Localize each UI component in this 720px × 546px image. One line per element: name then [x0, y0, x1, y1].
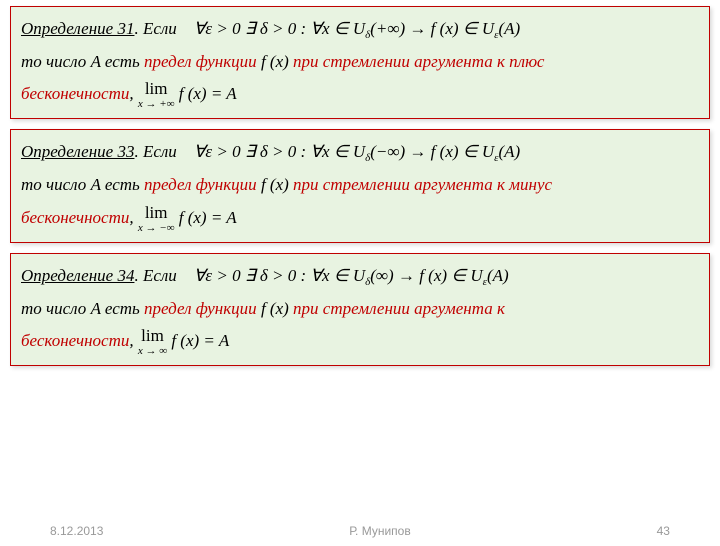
def-row-3: бесконечности, lim x → ∞ f (x) = A — [21, 325, 699, 357]
cond-a: ∀ε > 0 ∃ δ > 0 : ∀x ∈ U — [194, 266, 365, 285]
lim-word: lim — [138, 204, 175, 221]
row2-red2: при стремлении аргумента к — [293, 299, 505, 318]
row3-comma: , — [129, 331, 138, 350]
row2-fx: f (x) — [257, 52, 293, 71]
row2-A: A — [91, 175, 101, 194]
cond-c: (A) — [498, 19, 520, 38]
def-row-1: Определение 34. Если ∀ε > 0 ∃ δ > 0 : ∀x… — [21, 260, 699, 293]
row2-a: то число — [21, 52, 91, 71]
def-condition: ∀ε > 0 ∃ δ > 0 : ∀x ∈ Uδ(−∞) → f (x) ∈ U… — [194, 142, 520, 161]
cond-a: ∀ε > 0 ∃ δ > 0 : ∀x ∈ U — [194, 142, 365, 161]
lim-sub: x → ∞ — [138, 346, 167, 357]
slide-footer: 8.12.2013 Р. Мунипов 43 — [0, 524, 720, 538]
row2-A: A — [91, 299, 101, 318]
row2-a: то число — [21, 299, 91, 318]
row2-red: предел функции — [144, 299, 257, 318]
cond-c: (A) — [498, 142, 520, 161]
def-esli: . Если — [134, 19, 176, 38]
lim-rhs: f (x) = A — [171, 331, 229, 350]
footer-page: 43 — [657, 524, 670, 538]
lim-rhs: f (x) = A — [179, 84, 237, 103]
row2-red2: при стремлении аргумента к плюс — [293, 52, 544, 71]
def-row-1: Определение 33. Если ∀ε > 0 ∃ δ > 0 : ∀x… — [21, 136, 699, 169]
footer-author: Р. Мунипов — [349, 524, 410, 538]
cond-b: (+∞) → f (x) ∈ U — [370, 19, 494, 38]
row2-fx: f (x) — [257, 175, 293, 194]
def-condition: ∀ε > 0 ∃ δ > 0 : ∀x ∈ Uδ(+∞) → f (x) ∈ U… — [194, 19, 520, 38]
row3-comma: , — [129, 208, 138, 227]
def-title: Определение 34 — [21, 266, 134, 285]
row2-fx: f (x) — [257, 299, 293, 318]
lim-word: lim — [138, 327, 167, 344]
def-row-3: бесконечности, lim x → +∞ f (x) = A — [21, 78, 699, 110]
def-esli: . Если — [134, 142, 176, 161]
row3-red: бесконечности — [21, 208, 129, 227]
row2-red: предел функции — [144, 52, 257, 71]
def-row-1: Определение 31. Если ∀ε > 0 ∃ δ > 0 : ∀x… — [21, 13, 699, 46]
def-row-2: то число A есть предел функции f (x) при… — [21, 293, 699, 325]
row3-comma: , — [129, 84, 138, 103]
def-esli: . Если — [134, 266, 176, 285]
limit-expr: lim x → +∞ — [138, 80, 175, 110]
def-row-2: то число A есть предел функции f (x) при… — [21, 46, 699, 78]
row2-a: то число — [21, 175, 91, 194]
row2-A: A — [91, 52, 101, 71]
lim-rhs: f (x) = A — [179, 208, 237, 227]
row2-b: есть — [101, 175, 144, 194]
definition-box-33: Определение 33. Если ∀ε > 0 ∃ δ > 0 : ∀x… — [10, 129, 710, 242]
row3-red: бесконечности — [21, 331, 129, 350]
def-row-2: то число A есть предел функции f (x) при… — [21, 169, 699, 201]
lim-word: lim — [138, 80, 175, 97]
cond-b: (∞) → f (x) ∈ U — [370, 266, 482, 285]
cond-b: (−∞) → f (x) ∈ U — [370, 142, 494, 161]
limit-expr: lim x → −∞ — [138, 204, 175, 234]
cond-a: ∀ε > 0 ∃ δ > 0 : ∀x ∈ U — [194, 19, 365, 38]
lim-sub: x → −∞ — [138, 223, 175, 234]
def-title: Определение 31 — [21, 19, 134, 38]
row2-b: есть — [101, 52, 144, 71]
def-title: Определение 33 — [21, 142, 134, 161]
def-row-3: бесконечности, lim x → −∞ f (x) = A — [21, 202, 699, 234]
row2-red2: при стремлении аргумента к минус — [293, 175, 552, 194]
limit-expr: lim x → ∞ — [138, 327, 167, 357]
footer-date: 8.12.2013 — [50, 524, 103, 538]
row3-red: бесконечности — [21, 84, 129, 103]
definition-box-31: Определение 31. Если ∀ε > 0 ∃ δ > 0 : ∀x… — [10, 6, 710, 119]
definition-box-34: Определение 34. Если ∀ε > 0 ∃ δ > 0 : ∀x… — [10, 253, 710, 366]
cond-c: (A) — [487, 266, 509, 285]
def-condition: ∀ε > 0 ∃ δ > 0 : ∀x ∈ Uδ(∞) → f (x) ∈ Uε… — [194, 266, 509, 285]
lim-sub: x → +∞ — [138, 99, 175, 110]
row2-red: предел функции — [144, 175, 257, 194]
row2-b: есть — [101, 299, 144, 318]
